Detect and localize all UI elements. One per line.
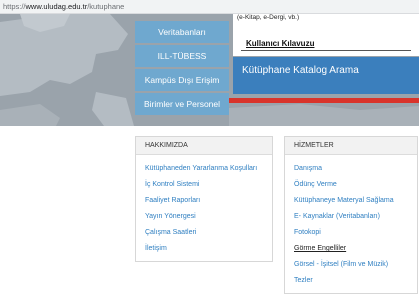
about-link[interactable]: Çalışma Saatleri — [145, 229, 196, 236]
about-card: HAKKIMIZDA Kütüphaneden Yararlanma Koşul… — [135, 136, 273, 262]
services-link[interactable]: Fotokopi — [294, 229, 321, 236]
services-link[interactable]: Tezler — [294, 277, 313, 284]
nav-button-databases[interactable]: Veritabanları — [135, 21, 229, 43]
nav-button-units-and-staff[interactable]: Birimler ve Personel — [135, 93, 229, 115]
about-card-title: HAKKIMIZDA — [136, 137, 272, 155]
services-link[interactable]: Görme Engelliler — [294, 245, 346, 252]
nav-button-ill-tubess[interactable]: ILL-TÜBESS — [135, 45, 229, 67]
services-card: HİZMETLER Danışma Ödünç Verme Kütüphaney… — [284, 136, 418, 294]
catalog-search-button[interactable]: Kütüphane Katalog Arama — [233, 57, 419, 94]
resources-note: (e-Kitap, e-Dergi, vb.) — [237, 14, 300, 21]
browser-url-bar[interactable]: https://www.uludag.edu.tr/kutuphane — [0, 0, 419, 14]
about-link[interactable]: Faaliyet Raporları — [145, 197, 200, 204]
about-link[interactable]: Yayın Yönergesi — [145, 213, 196, 220]
hero-banner: Veritabanları ILL-TÜBESS Kampüs Dışı Eri… — [0, 14, 419, 126]
services-link[interactable]: Kütüphaneye Materyal Sağlama — [294, 197, 394, 204]
url-host: www.uludag.edu.tr — [25, 2, 88, 11]
resources-panel: (e-Kitap, e-Dergi, vb.) Kullanıcı Kılavu… — [233, 14, 419, 56]
about-link[interactable]: Kütüphaneden Yararlanma Koşulları — [145, 165, 257, 172]
divider — [241, 50, 411, 51]
services-card-title: HİZMETLER — [285, 137, 417, 155]
about-link[interactable]: İletişim — [145, 245, 167, 252]
nav-button-off-campus-access[interactable]: Kampüs Dışı Erişim — [135, 69, 229, 91]
services-link[interactable]: E- Kaynaklar (Veritabanları) — [294, 213, 380, 220]
accent-bar — [229, 98, 419, 103]
user-guide-link[interactable]: Kullanıcı Kılavuzu — [246, 39, 314, 48]
url-scheme: https:// — [3, 2, 26, 11]
services-link[interactable]: Görsel - İşitsel (Film ve Müzik) — [294, 261, 388, 268]
services-link[interactable]: Ödünç Verme — [294, 181, 337, 188]
services-link[interactable]: Danışma — [294, 165, 322, 172]
url-path: /kutuphane — [87, 2, 125, 11]
about-link[interactable]: İç Kontrol Sistemi — [145, 181, 199, 188]
